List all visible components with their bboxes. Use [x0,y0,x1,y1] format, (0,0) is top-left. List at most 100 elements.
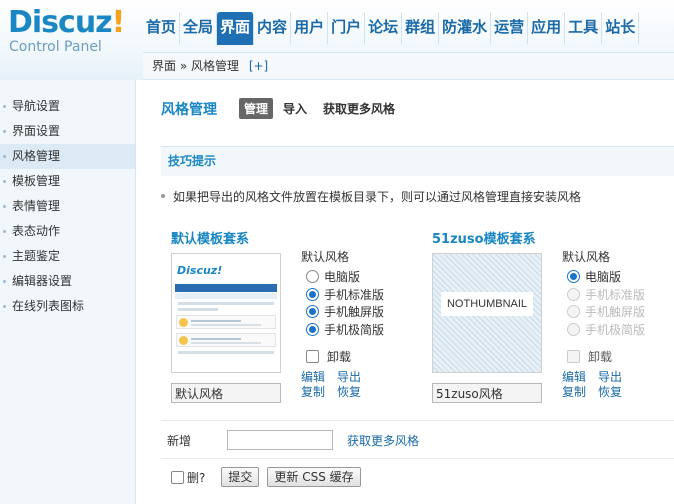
option-mobile-standard[interactable]: 手机标准版 [301,286,401,304]
tab-import[interactable]: 导入 [283,98,307,119]
sidebar-item-smilies[interactable]: 表情管理 [0,194,135,219]
refresh-css-cache-button[interactable]: 更新 CSS 缓存 [267,467,361,487]
zuso-set-title: 51zuso模板套系 [432,232,536,247]
nav-item-apps[interactable]: 应用 [528,12,566,44]
option-mobile-touch[interactable]: 手机触屏版 [301,303,401,321]
default-set-actions: 编辑 导出 复制 恢复 [301,370,373,400]
sidebar-item-online-icons[interactable]: 在线列表图标 [0,294,135,319]
option-pc[interactable]: 电脑版 [562,268,662,286]
radio-label: 手机触屏版 [585,305,646,320]
radio-mobile-minimal [567,322,580,336]
default-set-options: 默认风格 电脑版 手机标准版 手机触屏版 手机极简版 卸载 [301,248,401,364]
tab-get-more-styles[interactable]: 获取更多风格 [323,98,395,119]
zuso-style-name-input[interactable] [432,383,542,403]
uninstall-label: 卸载 [327,349,352,364]
nav-item-forum[interactable]: 论坛 [365,12,403,44]
radio-mobile-standard [567,287,580,301]
zuso-set-thumbnail[interactable]: NOTHUMBNAIL [432,253,542,373]
thumbnail-line [178,308,218,311]
nav-item-content[interactable]: 内容 [254,12,292,44]
option-mobile-standard: 手机标准版 [562,286,662,304]
add-style-row: 新增 获取更多风格 [167,430,419,450]
nav-item-operation[interactable]: 运营 [491,12,529,44]
form-actions: 删? 提交 更新 CSS 缓存 [171,467,369,487]
edit-link[interactable]: 编辑 [562,370,598,385]
sidebar-item-editor-settings[interactable]: 编辑器设置 [0,269,135,294]
add-to-menu-link[interactable]: [+] [249,59,268,73]
uninstall-checkbox[interactable] [306,349,319,363]
nav-item-home[interactable]: 首页 [143,12,181,44]
nav-item-global[interactable]: 全局 [180,12,218,44]
thumbnail-header: Discuz! [172,254,280,284]
divider [161,458,674,459]
copy-link[interactable]: 复制 [301,385,337,400]
uninstall-option[interactable]: 卸载 [301,348,401,364]
uninstall-label: 卸载 [588,349,613,364]
page-title: 风格管理 [161,101,217,118]
nav-item-antispam[interactable]: 防灌水 [439,12,492,44]
logo-subtitle: Control Panel [9,39,102,55]
breadcrumb-text: 界面 » 风格管理 [152,59,239,73]
top-nav: 首页 全局 界面 内容 用户 门户 论坛 群组 防灌水 运营 应用 工具 站长 [143,12,640,45]
nav-item-portal[interactable]: 门户 [328,12,366,44]
copy-link[interactable]: 复制 [562,385,598,400]
nav-item-founder[interactable]: 站长 [602,12,640,44]
get-more-styles-link[interactable]: 获取更多风格 [347,432,419,449]
uninstall-checkbox [567,349,580,363]
tip-text: 如果把导出的风格文件放置在模板目录下，则可以通过风格管理直接安装风格 [160,190,582,204]
radio-pc[interactable] [306,270,319,284]
nav-item-interface[interactable]: 界面 [217,12,255,45]
sidebar-item-interface-settings[interactable]: 界面设置 [0,119,135,144]
divider [161,420,674,421]
main-content: 风格管理 管理 导入 获取更多风格 技巧提示 如果把导出的风格文件放置在模板目录… [143,80,674,504]
thumbnail-post [176,333,276,347]
restore-link[interactable]: 恢复 [337,385,373,400]
radio-mobile-standard[interactable] [306,287,319,301]
header: Discuz! Control Panel 首页 全局 界面 内容 用户 门户 … [0,0,674,80]
radio-label: 手机触屏版 [324,305,385,320]
radio-label: 电脑版 [324,270,361,285]
new-style-input[interactable] [227,430,333,450]
radio-mobile-touch[interactable] [306,305,319,319]
edit-link[interactable]: 编辑 [301,370,337,385]
sidebar-item-template-management[interactable]: 模板管理 [0,169,135,194]
sidebar-item-nav-settings[interactable]: 导航设置 [0,94,135,119]
radio-label: 手机标准版 [585,287,646,302]
submit-button[interactable]: 提交 [221,467,260,487]
zuso-set-options: 默认风格 电脑版 手机标准版 手机触屏版 手机极简版 卸载 [562,248,662,364]
export-link[interactable]: 导出 [337,370,373,385]
option-pc[interactable]: 电脑版 [301,268,401,286]
option-mobile-touch: 手机触屏版 [562,303,662,321]
default-set-thumbnail[interactable]: Discuz! [171,253,281,373]
default-style-set: 默认模板套系 Discuz! 默认风格 电脑版 手机标准版 手机触屏版 手机极简… [171,228,411,408]
radio-pc[interactable] [567,270,580,284]
thumbnail-logo: Discuz! [177,264,223,277]
title-bar: 风格管理 管理 导入 获取更多风格 [161,98,411,119]
restore-link[interactable]: 恢复 [598,385,634,400]
add-label: 新增 [167,433,192,448]
nav-item-user[interactable]: 用户 [291,12,329,44]
sidebar-item-click-actions[interactable]: 表态动作 [0,219,135,244]
sidebar-item-style-management[interactable]: 风格管理 [0,144,135,169]
tab-manage[interactable]: 管理 [239,98,274,119]
delete-checkbox[interactable] [171,470,184,484]
nav-item-tools[interactable]: 工具 [565,12,603,44]
nav-item-group[interactable]: 群组 [402,12,440,44]
radio-label: 电脑版 [585,270,622,285]
sidebar-item-thread-stamps[interactable]: 主题鉴定 [0,244,135,269]
default-set-title: 默认模板套系 [171,232,250,247]
zuso-style-set: 51zuso模板套系 NOTHUMBNAIL 默认风格 电脑版 手机标准版 手机… [432,228,672,408]
logo: Discuz! Control Panel [8,5,125,56]
radio-mobile-minimal[interactable] [306,322,319,336]
logo-brand: Discuz! [8,5,125,40]
export-link[interactable]: 导出 [598,370,634,385]
no-thumbnail-label: NOTHUMBNAIL [441,292,533,316]
thumbnail-line [178,302,274,305]
thumbnail-post [176,315,276,329]
thumbnail-line [178,351,274,354]
default-style-name-input[interactable] [171,383,281,403]
thumbnail-subnav [175,293,277,299]
radio-label: 手机极简版 [324,322,385,337]
option-mobile-minimal[interactable]: 手机极简版 [301,321,401,339]
radio-mobile-touch [567,305,580,319]
